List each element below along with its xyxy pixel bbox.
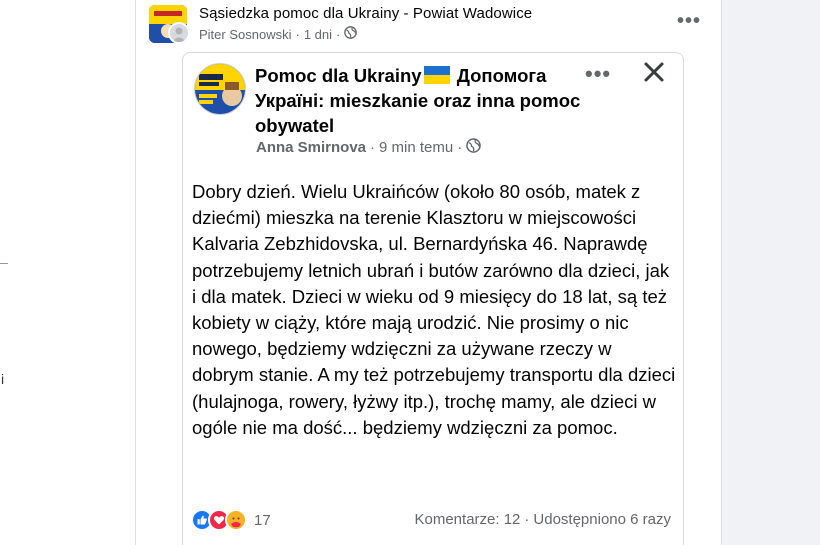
shared-group-avatar[interactable] — [194, 63, 246, 115]
globe-icon — [344, 26, 358, 42]
author-link[interactable]: Piter Sosnowski — [199, 27, 291, 42]
globe-icon — [466, 138, 482, 157]
meta-separator: · — [457, 139, 463, 156]
user-avatar[interactable] — [168, 22, 190, 44]
shared-post[interactable]: Pomoc dla Ukrainy Допомога Україні: mies… — [182, 52, 684, 545]
ukraine-flag-icon — [423, 66, 450, 84]
comments-link[interactable]: Komentarze: 12 — [415, 511, 521, 528]
shared-post-time[interactable]: 9 min temu — [379, 139, 453, 156]
shares-link[interactable]: Udostępniono 6 razy — [533, 511, 671, 528]
truncated-text: i — [1, 371, 5, 387]
group-name-link[interactable]: Sąsiedzka pomoc dla Ukrainy - Powiat Wad… — [199, 5, 532, 22]
feed-post: Sąsiedzka pomoc dla Ukrainy - Powiat Wad… — [135, 0, 722, 545]
shared-group-title[interactable]: Pomoc dla Ukrainy Допомога Україні: mies… — [255, 63, 585, 138]
left-sidebar-edge: i — [0, 0, 135, 545]
close-icon[interactable] — [642, 60, 666, 84]
meta-separator: · — [336, 26, 341, 42]
stats-separator: · — [524, 511, 530, 528]
post-meta: Piter Sosnowski · 1 dni · — [199, 26, 358, 42]
title-part-1: Pomoc dla Ukrainy — [255, 65, 422, 86]
meta-separator: · — [370, 139, 376, 156]
post-body-text: Dobry dzień. Wielu Ukraińców (około 80 o… — [192, 181, 676, 438]
reaction-count: 17 — [254, 511, 271, 529]
divider — [0, 263, 8, 264]
care-reaction-icon — [225, 509, 247, 531]
shared-more-button[interactable]: ••• — [585, 61, 611, 87]
post-time[interactable]: 1 dni — [304, 27, 332, 42]
shared-author-link[interactable]: Anna Smirnova — [256, 139, 366, 156]
post-header: Sąsiedzka pomoc dla Ukrainy - Powiat Wad… — [136, 0, 721, 52]
reactions-summary[interactable]: 17 — [191, 509, 271, 531]
more-options-button[interactable]: ••• — [677, 10, 701, 33]
engagement-stats: Komentarze: 12 · Udostępniono 6 razy — [415, 511, 672, 528]
shared-post-meta: Anna Smirnova · 9 min temu · — [256, 138, 482, 157]
meta-separator: · — [295, 26, 300, 42]
right-background — [722, 0, 820, 545]
